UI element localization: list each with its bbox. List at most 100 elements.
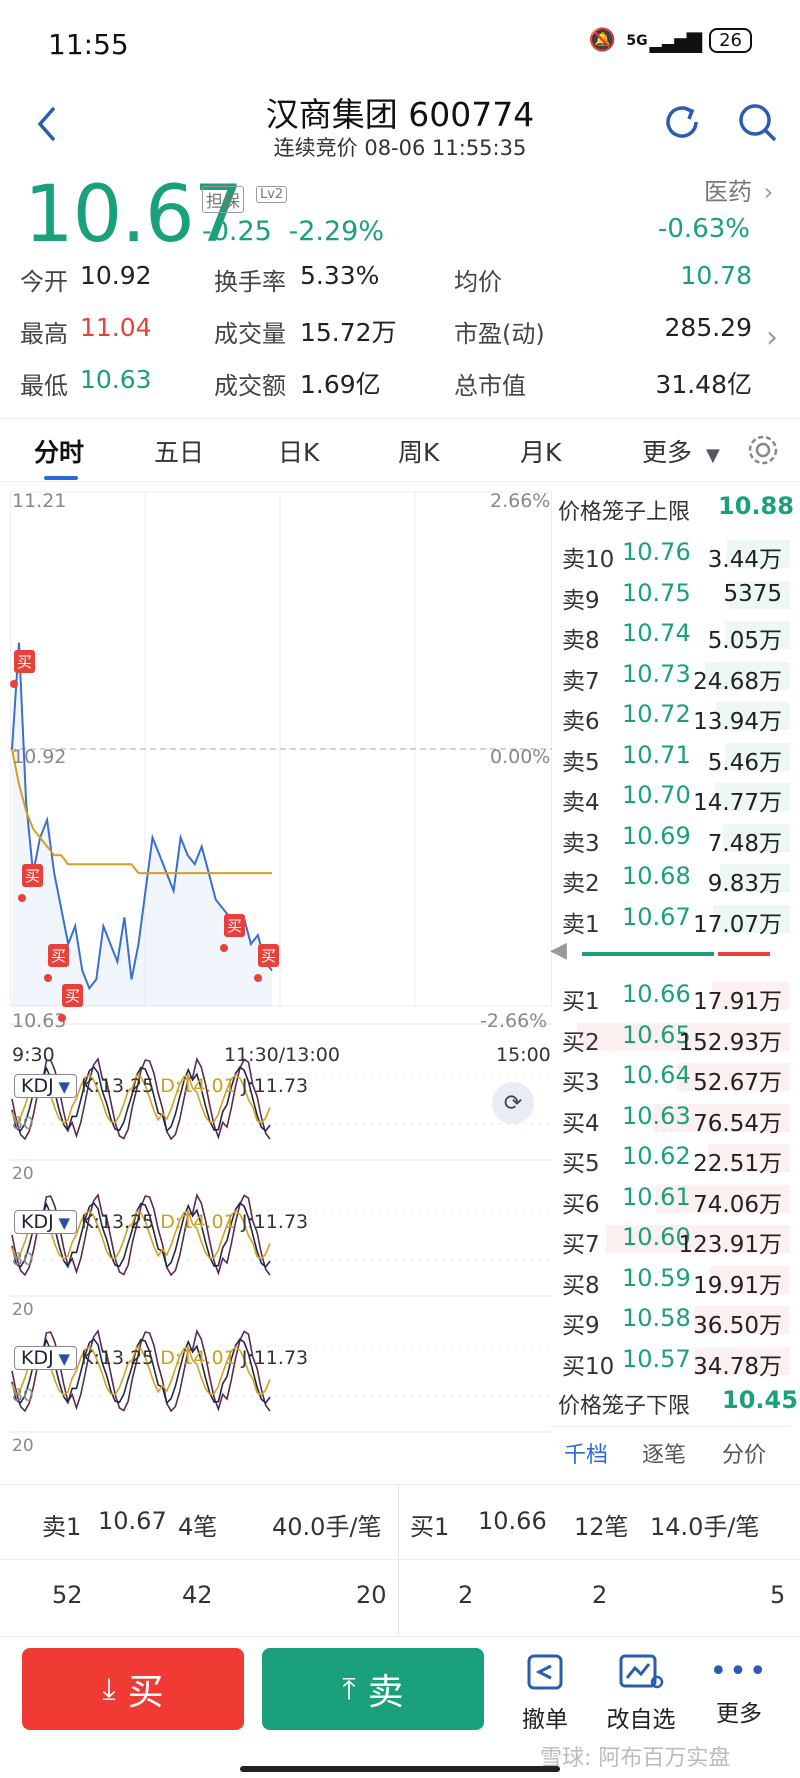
ask-row[interactable]: 卖6 10.72 13.94万 [550, 696, 790, 736]
sell-orders: 4笔 [178, 1513, 218, 1541]
more-actions-button[interactable]: ••• 更多 [694, 1650, 784, 1728]
bid-row[interactable]: 买5 10.62 22.51万 [550, 1138, 790, 1178]
book-volume: 19.91万 [693, 1272, 782, 1299]
bid-row[interactable]: 买1 10.66 17.91万 [550, 976, 790, 1016]
book-price: 10.70 [622, 781, 691, 809]
settings-button[interactable] [746, 433, 780, 471]
cancel-order-button[interactable]: 撤单 [500, 1650, 590, 1734]
buy-button-label: 买 [127, 1672, 164, 1713]
book-volume: 24.68万 [693, 668, 782, 695]
kdj-selector[interactable]: KDJ ▼ [14, 1210, 78, 1234]
stat-label: 成交额 [214, 372, 286, 400]
kdj-header: KDJ ▼ K:13.25 D:14.01 J:11.73 [14, 1210, 308, 1234]
tab-intraday[interactable]: 分时 [34, 433, 84, 469]
bid-row[interactable]: 买6 10.61 74.06万 [550, 1179, 790, 1219]
tab-more[interactable]: 更多 ▼ [642, 433, 720, 469]
tab-by-price[interactable]: 分价 [722, 1437, 766, 1469]
ask-row[interactable]: 卖4 10.70 14.77万 [550, 777, 790, 817]
stat-label: 成交量 [214, 320, 286, 348]
bid-row[interactable]: 买2 10.65 152.93万 [550, 1017, 790, 1057]
rotate-icon: ⟳ [503, 1090, 523, 1116]
tab-tick-by-tick[interactable]: 逐笔 [642, 1437, 686, 1469]
trade-summary: 卖1 10.67 4笔 40.0手/笔 52 42 20 买1 10.66 12… [0, 1484, 800, 1635]
sector-link[interactable]: 医药 › [704, 172, 773, 207]
tab-monthly-k[interactable]: 月K [520, 433, 561, 469]
book-level: 买10 [562, 1353, 615, 1380]
bid-row[interactable]: 买4 10.63 76.54万 [550, 1098, 790, 1138]
kdj-k-value: K:13.25 [81, 1347, 155, 1369]
tab-thousand-levels[interactable]: 千档 [564, 1437, 608, 1469]
x-axis-mid: 11:30/13:00 [224, 1044, 340, 1066]
spread-divider: ◀ [550, 938, 790, 968]
buy-marker[interactable]: 买 [62, 984, 84, 1007]
upper-limit-row: 价格笼子上限 [558, 494, 690, 526]
book-volume: 17.07万 [693, 911, 782, 938]
kdj-header: KDJ ▼ K:13.25 D:14.01 J:11.73 [14, 1346, 308, 1370]
edit-watchlist-button[interactable]: 改自选 [596, 1650, 686, 1734]
lower-limit-label: 价格笼子下限 [558, 1394, 691, 1419]
stat-label: 均价 [454, 268, 502, 296]
ask-row[interactable]: 卖10 10.76 3.44万 [550, 534, 790, 574]
bid-row[interactable]: 买3 10.64 52.67万 [550, 1057, 790, 1097]
buy-marker[interactable]: 买 [258, 944, 280, 967]
home-indicator[interactable] [240, 1766, 560, 1772]
ask-row[interactable]: 卖7 10.73 24.68万 [550, 656, 790, 696]
tab-daily-k[interactable]: 日K [278, 433, 319, 469]
action-bar-divider [0, 1636, 800, 1637]
kdj-selector[interactable]: KDJ ▼ [14, 1074, 78, 1098]
kdj-header: KDJ ▼ K:13.25 D:14.01 J:11.73 [14, 1074, 308, 1098]
intraday-chart[interactable] [10, 484, 552, 1474]
kdj-d-value: D:14.01 [160, 1347, 236, 1369]
bid-row[interactable]: 买7 10.60 123.91万 [550, 1219, 790, 1259]
more-actions-label: 更多 [716, 1701, 762, 1727]
buy-marker[interactable]: 买 [48, 944, 70, 967]
ask-row[interactable]: 卖5 10.71 5.46万 [550, 737, 790, 777]
order-book: 价格笼子上限 10.88 卖10 10.76 3.44万 卖9 10.75 5375 卖8 1… [550, 486, 798, 1476]
ask-row[interactable]: 卖9 10.75 5375 [550, 575, 790, 615]
bid-row[interactable]: 买10 10.57 34.78万 [550, 1341, 790, 1381]
book-level: 卖3 [562, 830, 600, 857]
stat-label: 总市值 [454, 372, 526, 400]
ask-row[interactable]: 卖1 10.67 17.07万 [550, 899, 790, 939]
buy-marker[interactable]: 买 [224, 914, 246, 937]
signal-icon: ▂▃▅▇ [649, 28, 703, 53]
x-axis-end: 15:00 [496, 1044, 551, 1066]
buy-marker[interactable]: 买 [14, 650, 36, 673]
book-level: 买1 [562, 989, 600, 1015]
ask-row[interactable]: 卖8 10.74 5.05万 [550, 615, 790, 655]
bid-row[interactable]: 买8 10.59 19.91万 [550, 1260, 790, 1300]
buy-orders: 12笔 [574, 1513, 629, 1541]
buy-avg: 14.0手/笔 [650, 1513, 760, 1541]
collapse-arrow-icon[interactable]: ◀ [550, 938, 567, 963]
ask-row[interactable]: 卖3 10.69 7.48万 [550, 818, 790, 858]
upper-limit-label: 价格笼子上限 [558, 500, 691, 525]
chevron-right-icon[interactable]: › [766, 320, 778, 355]
buy-button[interactable]: ⤓ 买 [22, 1648, 244, 1730]
kdj-selector[interactable]: KDJ ▼ [14, 1346, 78, 1370]
buy-marker[interactable]: 买 [22, 864, 44, 887]
book-price: 10.66 [622, 980, 691, 1008]
stat-value: 10.92 [80, 261, 152, 290]
sector-name: 医药 [704, 178, 752, 206]
book-level: 卖4 [562, 790, 600, 816]
tab-weekly-k[interactable]: 周K [398, 433, 439, 469]
kdj-k-value: K:13.25 [81, 1075, 155, 1097]
rotate-screen-button[interactable]: ⟳ [492, 1082, 534, 1124]
search-button[interactable] [735, 100, 779, 144]
sell-button[interactable]: ⤒ 卖 [262, 1648, 484, 1730]
refresh-button[interactable] [660, 100, 704, 144]
book-level: 买7 [562, 1232, 600, 1258]
edit-watchlist-icon [619, 1654, 664, 1689]
kdj-j-value: J:11.73 [241, 1211, 309, 1233]
ask-row[interactable]: 卖2 10.68 9.83万 [550, 858, 790, 898]
kdj-d-value: D:14.01 [160, 1211, 236, 1233]
book-level: 买3 [562, 1070, 600, 1096]
kdj-level-80: 80 [12, 1114, 34, 1134]
kdj-line [11, 1329, 271, 1413]
caret-down-icon: ▼ [53, 1214, 71, 1232]
bid-row[interactable]: 买9 10.58 36.50万 [550, 1300, 790, 1340]
tab-five-day[interactable]: 五日 [154, 433, 204, 469]
buy-price: 10.66 [478, 1507, 547, 1535]
stat-label: 最高 [20, 320, 68, 348]
stat-value: 1.69亿 [300, 370, 381, 399]
